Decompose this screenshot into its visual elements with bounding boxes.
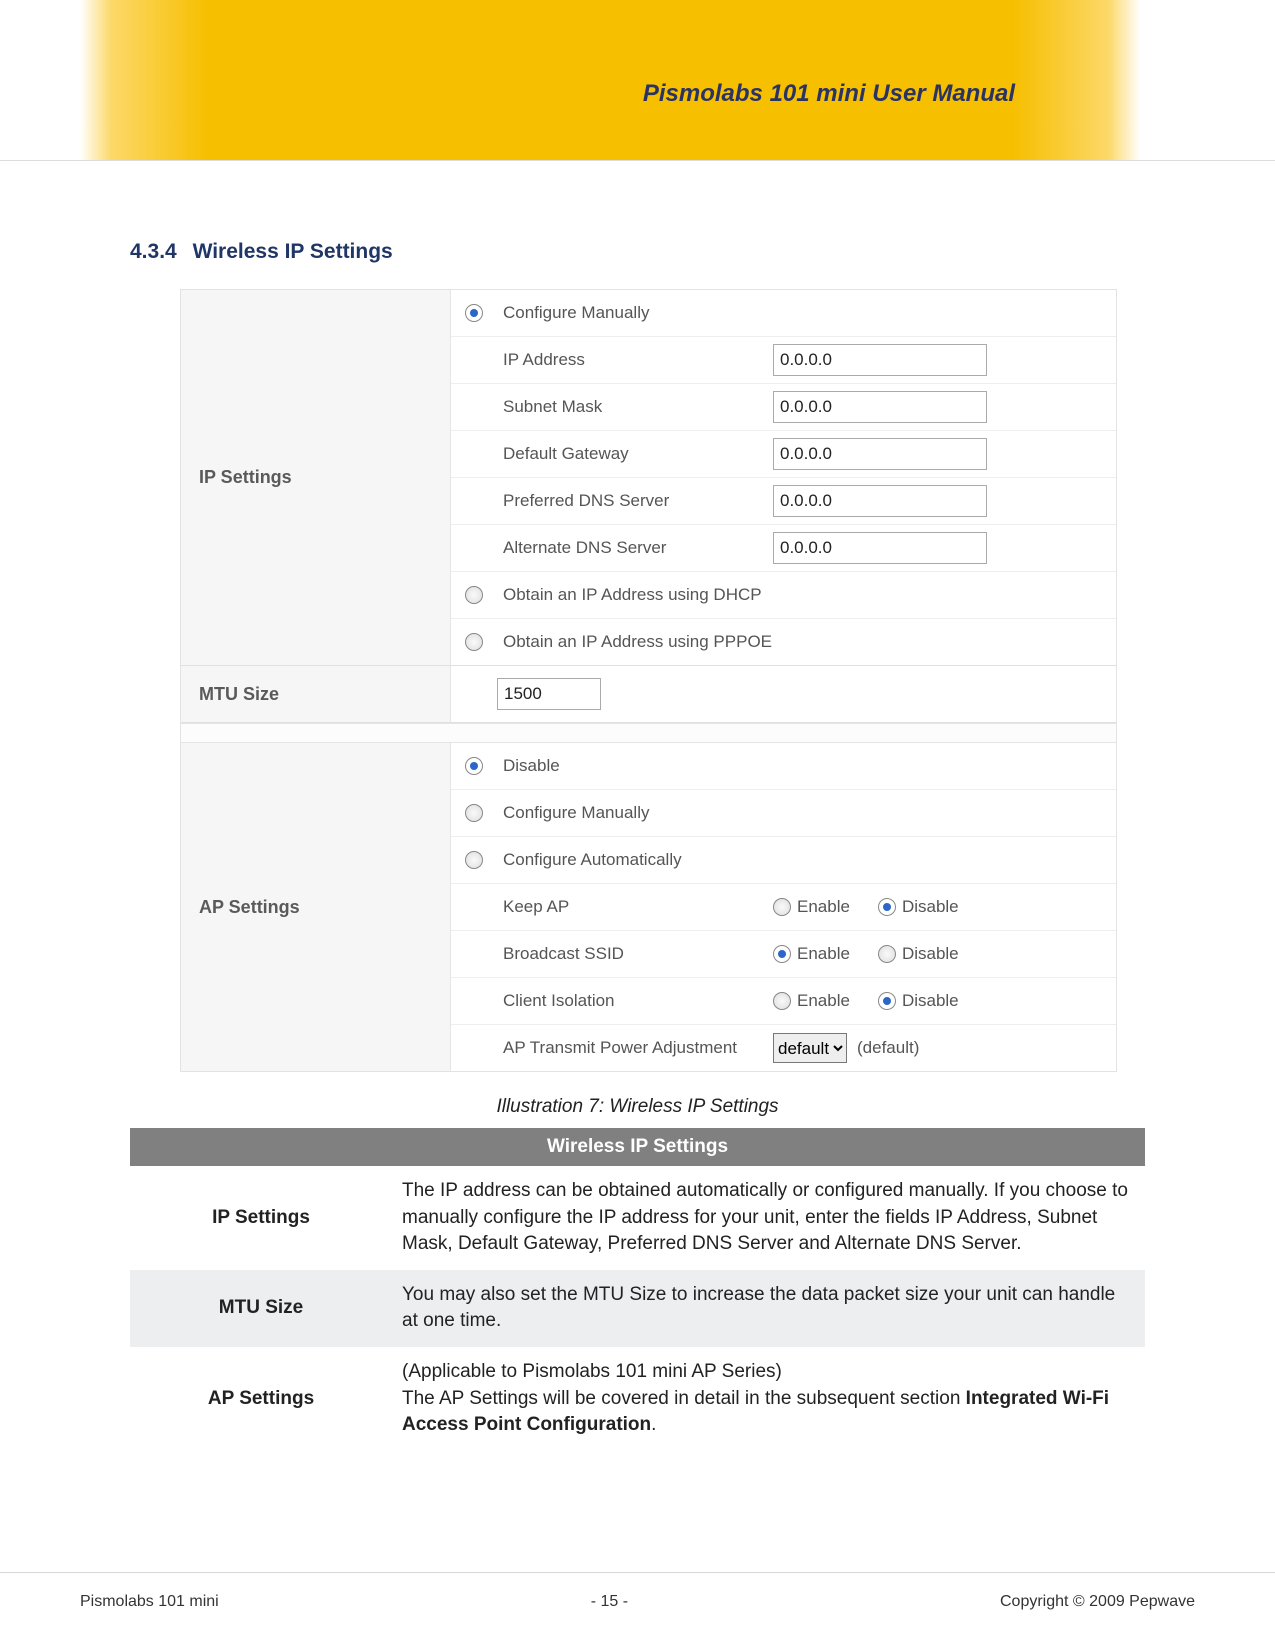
section-number: 4.3.4: [130, 240, 177, 264]
ap-tx-hint: (default): [857, 1038, 919, 1058]
ap-settings-label: AP Settings: [181, 743, 451, 1071]
enable-label-2: Enable: [797, 944, 850, 964]
desc-ap-text-2a: The AP Settings will be covered in detai…: [402, 1388, 966, 1409]
illustration-caption: Illustration 7: Wireless IP Settings: [130, 1096, 1145, 1118]
radio-ap-manual[interactable]: [465, 804, 483, 822]
ap-auto-label: Configure Automatically: [497, 850, 773, 870]
radio-clientiso-enable[interactable]: [773, 992, 791, 1010]
default-gateway-label: Default Gateway: [497, 444, 773, 464]
footer-right: Copyright © 2009 Pepwave: [1000, 1593, 1195, 1611]
radio-keep-ap-disable[interactable]: [878, 898, 896, 916]
radio-ap-auto[interactable]: [465, 851, 483, 869]
document-title: Pismolabs 101 mini User Manual: [643, 80, 1015, 108]
radio-keep-ap-enable[interactable]: [773, 898, 791, 916]
section-gap: [181, 723, 1116, 743]
ap-manual-label: Configure Manually: [497, 803, 773, 823]
configure-manually-label: Configure Manually: [497, 303, 773, 323]
broadcast-ssid-label: Broadcast SSID: [497, 944, 773, 964]
client-isolation-label: Client Isolation: [497, 991, 773, 1011]
disable-label: Disable: [902, 897, 959, 917]
preferred-dns-input[interactable]: [773, 485, 987, 517]
desc-ap-label: AP Settings: [130, 1347, 392, 1451]
desc-mtu-label: MTU Size: [130, 1270, 392, 1347]
footer-center: - 15 -: [591, 1593, 628, 1611]
footer-left: Pismolabs 101 mini: [80, 1593, 219, 1611]
radio-obtain-pppoe[interactable]: [465, 633, 483, 651]
section-heading: 4.3.4 Wireless IP Settings: [130, 240, 1145, 264]
alternate-dns-label: Alternate DNS Server: [497, 538, 773, 558]
header-banner: Pismolabs 101 mini User Manual: [0, 0, 1275, 161]
ap-tx-label: AP Transmit Power Adjustment: [497, 1038, 773, 1058]
radio-clientiso-disable[interactable]: [878, 992, 896, 1010]
desc-ip-text: The IP address can be obtained automatic…: [392, 1166, 1145, 1270]
desc-ap-text-2c: .: [651, 1414, 656, 1435]
default-gateway-input[interactable]: [773, 438, 987, 470]
disable-label-2: Disable: [902, 944, 959, 964]
preferred-dns-label: Preferred DNS Server: [497, 491, 773, 511]
ap-tx-select[interactable]: default: [773, 1033, 847, 1063]
enable-label-3: Enable: [797, 991, 850, 1011]
ap-disable-label: Disable: [497, 756, 773, 776]
settings-panel: IP Settings Configure Manually IP Addres…: [180, 289, 1117, 1072]
radio-ap-disable[interactable]: [465, 757, 483, 775]
obtain-dhcp-label: Obtain an IP Address using DHCP: [497, 585, 762, 605]
ip-address-label: IP Address: [497, 350, 773, 370]
radio-broadcast-disable[interactable]: [878, 945, 896, 963]
ip-address-input[interactable]: [773, 344, 987, 376]
section-title: Wireless IP Settings: [193, 240, 393, 263]
ip-settings-label: IP Settings: [181, 290, 451, 665]
keep-ap-label: Keep AP: [497, 897, 773, 917]
subnet-mask-input[interactable]: [773, 391, 987, 423]
mtu-input[interactable]: [497, 678, 601, 710]
radio-obtain-dhcp[interactable]: [465, 586, 483, 604]
description-table: Wireless IP Settings IP Settings The IP …: [130, 1128, 1145, 1451]
enable-label: Enable: [797, 897, 850, 917]
desc-ap-text: (Applicable to Pismolabs 101 mini AP Ser…: [392, 1347, 1145, 1451]
disable-label-3: Disable: [902, 991, 959, 1011]
desc-ap-text-1: (Applicable to Pismolabs 101 mini AP Ser…: [402, 1361, 782, 1382]
obtain-pppoe-label: Obtain an IP Address using PPPOE: [497, 632, 772, 652]
radio-configure-manually[interactable]: [465, 304, 483, 322]
description-header: Wireless IP Settings: [130, 1128, 1145, 1166]
alternate-dns-input[interactable]: [773, 532, 987, 564]
desc-mtu-text: You may also set the MTU Size to increas…: [392, 1270, 1145, 1347]
mtu-size-label: MTU Size: [181, 666, 451, 722]
radio-broadcast-enable[interactable]: [773, 945, 791, 963]
page-footer: Pismolabs 101 mini - 15 - Copyright © 20…: [0, 1572, 1275, 1611]
subnet-mask-label: Subnet Mask: [497, 397, 773, 417]
desc-ip-label: IP Settings: [130, 1166, 392, 1270]
